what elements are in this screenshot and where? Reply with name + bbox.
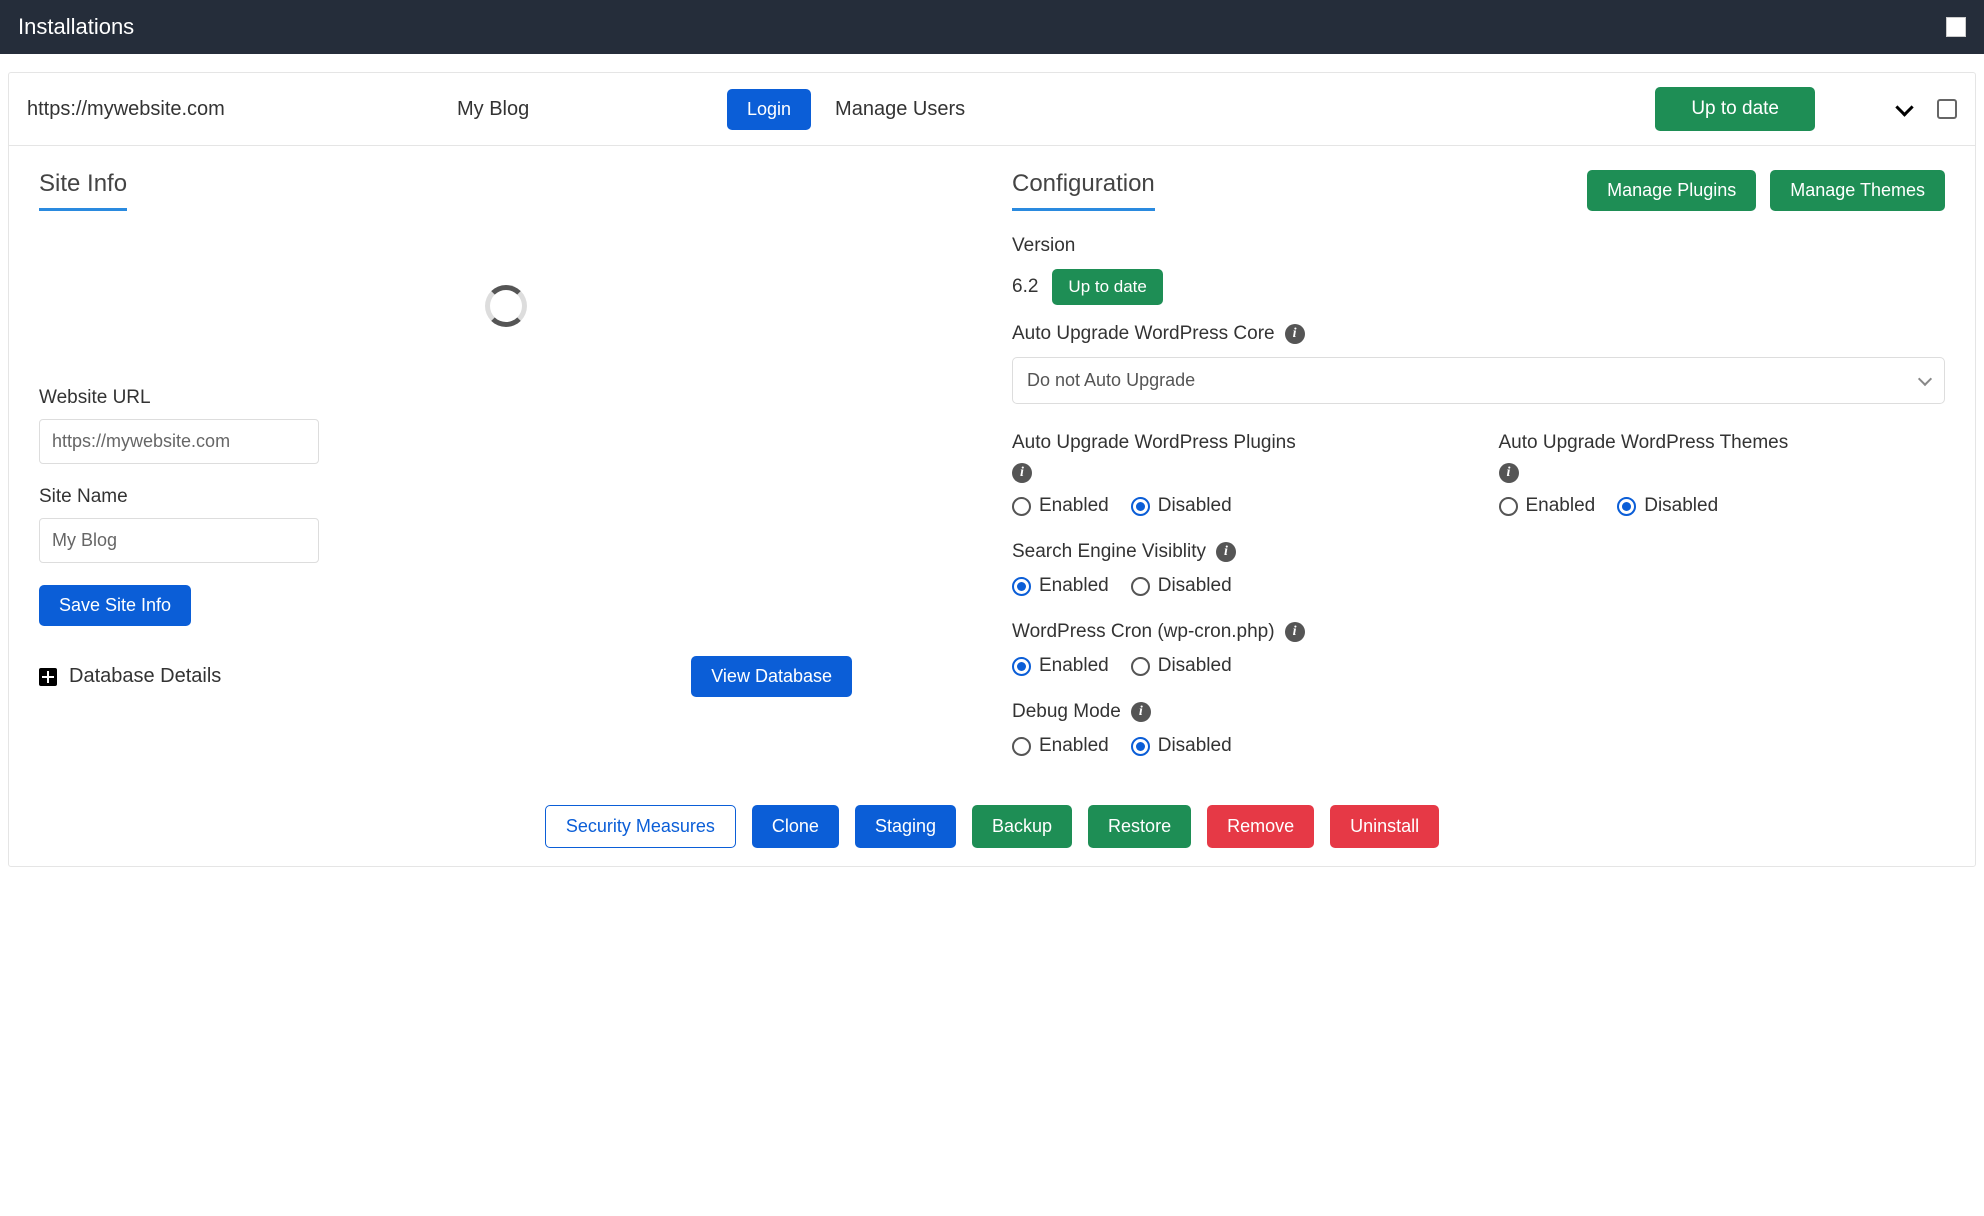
- debug-enabled-radio[interactable]: [1012, 737, 1031, 756]
- manage-plugins-button[interactable]: Manage Plugins: [1587, 170, 1756, 211]
- version-value: 6.2: [1012, 276, 1038, 298]
- cron-enabled-option[interactable]: Enabled: [1012, 655, 1109, 677]
- debug-mode-label: Debug Mode: [1012, 701, 1121, 723]
- plus-icon: [39, 668, 57, 686]
- save-site-info-button[interactable]: Save Site Info: [39, 585, 191, 626]
- site-url[interactable]: https://mywebsite.com: [27, 98, 437, 121]
- debug-disabled-radio[interactable]: [1131, 737, 1150, 756]
- manage-users-link[interactable]: Manage Users: [835, 98, 965, 121]
- configuration-section: Configuration Manage Plugins Manage Them…: [1012, 170, 1945, 781]
- info-icon[interactable]: i: [1131, 702, 1151, 722]
- auto-upgrade-core-label: Auto Upgrade WordPress Core: [1012, 323, 1275, 345]
- info-icon[interactable]: i: [1216, 542, 1236, 562]
- backup-button[interactable]: Backup: [972, 805, 1072, 848]
- cron-disabled-option[interactable]: Disabled: [1131, 655, 1232, 677]
- database-details-label: Database Details: [69, 665, 221, 688]
- site-name-label: Site Name: [39, 486, 972, 508]
- view-database-button[interactable]: View Database: [691, 656, 852, 697]
- themes-disabled-option[interactable]: Disabled: [1617, 495, 1718, 517]
- auto-upgrade-themes-label: Auto Upgrade WordPress Themes: [1499, 432, 1789, 454]
- sev-enabled-radio[interactable]: [1012, 577, 1031, 596]
- wp-cron-label: WordPress Cron (wp-cron.php): [1012, 621, 1275, 643]
- status-button[interactable]: Up to date: [1655, 87, 1815, 131]
- chevron-down-icon: [1918, 371, 1932, 385]
- security-measures-button[interactable]: Security Measures: [545, 805, 736, 848]
- plugins-enabled-option[interactable]: Enabled: [1012, 495, 1109, 517]
- debug-enabled-option[interactable]: Enabled: [1012, 735, 1109, 757]
- auto-upgrade-core-select[interactable]: Do not Auto Upgrade: [1012, 357, 1945, 404]
- clone-button[interactable]: Clone: [752, 805, 839, 848]
- site-name: My Blog: [457, 98, 657, 121]
- uninstall-button[interactable]: Uninstall: [1330, 805, 1439, 848]
- info-icon[interactable]: i: [1499, 463, 1519, 483]
- plugins-disabled-radio[interactable]: [1131, 497, 1150, 516]
- info-icon[interactable]: i: [1285, 324, 1305, 344]
- themes-enabled-radio[interactable]: [1499, 497, 1518, 516]
- database-details-toggle[interactable]: Database Details: [39, 665, 221, 688]
- manage-themes-button[interactable]: Manage Themes: [1770, 170, 1945, 211]
- plugins-disabled-option[interactable]: Disabled: [1131, 495, 1232, 517]
- remove-button[interactable]: Remove: [1207, 805, 1314, 848]
- site-name-input[interactable]: [39, 518, 319, 563]
- site-info-section: Site Info Website URL Site Name Save Sit…: [39, 170, 972, 781]
- website-url-label: Website URL: [39, 387, 972, 409]
- configuration-title: Configuration: [1012, 170, 1155, 211]
- staging-button[interactable]: Staging: [855, 805, 956, 848]
- search-engine-visibility-label: Search Engine Visiblity: [1012, 541, 1206, 563]
- plugins-enabled-radio[interactable]: [1012, 497, 1031, 516]
- auto-upgrade-plugins-label: Auto Upgrade WordPress Plugins: [1012, 432, 1296, 454]
- topbar-checkbox[interactable]: [1946, 17, 1966, 37]
- topbar-title: Installations: [18, 14, 134, 40]
- website-url-input[interactable]: [39, 419, 319, 464]
- expand-icon[interactable]: [1895, 98, 1917, 120]
- info-icon[interactable]: i: [1012, 463, 1032, 483]
- select-installation-checkbox[interactable]: [1937, 99, 1957, 119]
- site-info-title: Site Info: [39, 170, 127, 211]
- version-status-badge: Up to date: [1052, 269, 1162, 305]
- auto-upgrade-core-value: Do not Auto Upgrade: [1027, 370, 1195, 391]
- topbar: Installations: [0, 0, 1984, 54]
- sev-enabled-option[interactable]: Enabled: [1012, 575, 1109, 597]
- sev-disabled-radio[interactable]: [1131, 577, 1150, 596]
- footer-actions: Security Measures Clone Staging Backup R…: [9, 781, 1975, 866]
- info-icon[interactable]: i: [1285, 622, 1305, 642]
- cron-disabled-radio[interactable]: [1131, 657, 1150, 676]
- sev-disabled-option[interactable]: Disabled: [1131, 575, 1232, 597]
- login-button[interactable]: Login: [727, 89, 811, 130]
- themes-disabled-radio[interactable]: [1617, 497, 1636, 516]
- installation-header: https://mywebsite.com My Blog Login Mana…: [9, 73, 1975, 146]
- restore-button[interactable]: Restore: [1088, 805, 1191, 848]
- loading-spinner-icon: [485, 285, 527, 327]
- debug-disabled-option[interactable]: Disabled: [1131, 735, 1232, 757]
- cron-enabled-radio[interactable]: [1012, 657, 1031, 676]
- installation-panel: https://mywebsite.com My Blog Login Mana…: [8, 72, 1976, 867]
- themes-enabled-option[interactable]: Enabled: [1499, 495, 1596, 517]
- version-label: Version: [1012, 235, 1945, 257]
